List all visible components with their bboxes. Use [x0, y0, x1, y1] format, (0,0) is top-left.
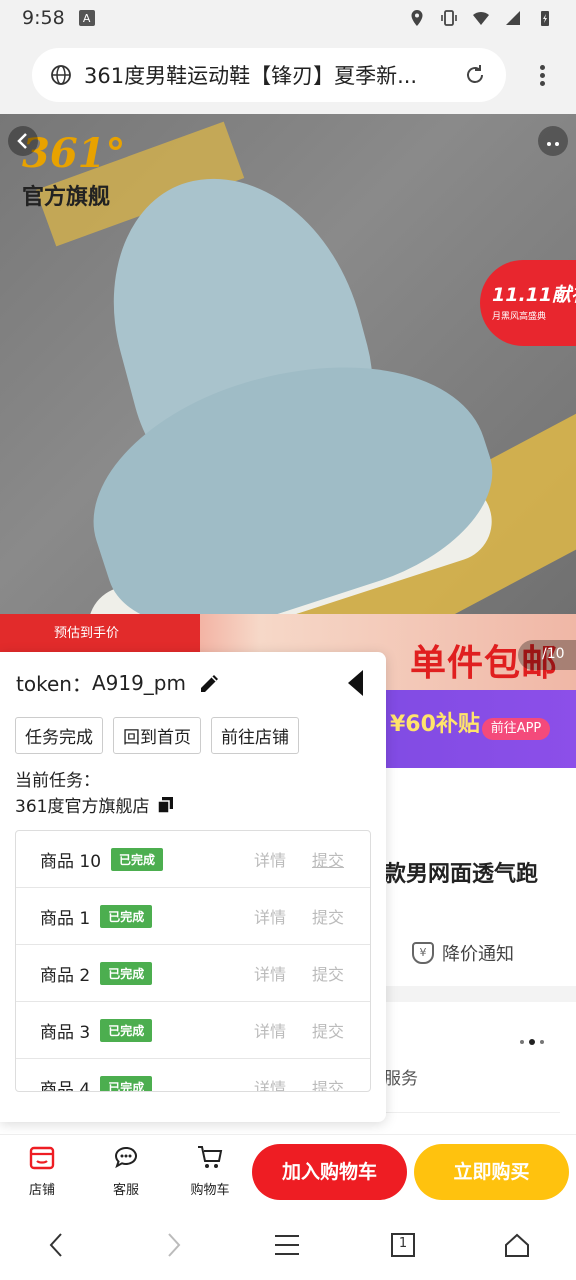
customer-service-tab[interactable]: 客服 — [96, 1143, 156, 1198]
battery-icon — [541, 11, 549, 26]
price-alert-icon: ¥ — [412, 942, 434, 964]
notification-a-icon: A — [78, 10, 95, 26]
status-badge: 已完成 — [100, 1018, 153, 1042]
submit-link[interactable]: 提交 — [312, 904, 344, 928]
nav-home-icon[interactable] — [502, 1230, 532, 1260]
address-bar[interactable]: 361度男鞋运动鞋【锋刃】夏季新... — [32, 48, 506, 102]
submit-link[interactable]: 提交 — [312, 1018, 344, 1042]
cart-label: 购物车 — [190, 1183, 230, 1198]
token-value: A919_pm — [91, 670, 186, 695]
edit-pencil-icon[interactable] — [198, 671, 222, 695]
nav-tabs-button[interactable]: 1 — [388, 1230, 418, 1260]
service-label: 服务 — [384, 1069, 418, 1089]
product-title: 款男网面透气跑 — [384, 862, 539, 887]
list-item: 商品 4 已完成 详情 提交 — [16, 1059, 370, 1092]
submit-link[interactable]: 提交 — [312, 847, 344, 871]
back-button[interactable] — [8, 126, 38, 156]
system-nav-bar: 1 — [0, 1208, 576, 1280]
task-complete-button[interactable]: 任务完成 — [15, 717, 103, 754]
panel-buttons: 任务完成 回到首页 前往店铺 — [15, 717, 299, 754]
list-item: 商品 3 已完成 详情 提交 — [16, 1002, 370, 1059]
notify-label: 降价通知 — [442, 944, 514, 965]
detail-link[interactable]: 详情 — [254, 961, 286, 985]
nav-forward-icon[interactable] — [158, 1230, 188, 1260]
status-badge: 已完成 — [111, 847, 164, 871]
price-drop-notify[interactable]: ¥ 降价通知 — [412, 940, 514, 966]
detail-link[interactable]: 详情 — [254, 904, 286, 928]
status-time: 9:58 — [22, 7, 65, 29]
item-name: 商品 10 — [40, 851, 102, 872]
task-item-list[interactable]: 商品 10 已完成 详情 提交 商品 1 已完成 详情 提交 商品 2 已完成 … — [15, 830, 371, 1092]
list-item: 商品 1 已完成 详情 提交 — [16, 888, 370, 945]
store-label: 店铺 — [28, 1183, 55, 1198]
current-task-label: 当前任务： — [15, 771, 100, 791]
store-icon — [29, 1146, 55, 1170]
wifi-icon — [473, 11, 489, 25]
item-name: 商品 1 — [40, 908, 91, 929]
subsidy-amount: ¥60补贴 — [390, 712, 480, 737]
cart-icon — [198, 1146, 223, 1168]
tab-count: 1 — [398, 1236, 408, 1251]
status-badge: 已完成 — [100, 961, 153, 985]
status-icons — [408, 9, 554, 27]
status-bar: 9:58 A — [0, 0, 576, 36]
chevron-left-icon — [17, 133, 27, 149]
status-badge: 已完成 — [100, 904, 153, 928]
collapse-panel-icon[interactable] — [348, 670, 363, 696]
detail-link[interactable]: 详情 — [254, 1018, 286, 1042]
current-task-name: 361度官方旗舰店 — [15, 792, 175, 817]
item-name: 商品 3 — [40, 1022, 91, 1043]
cart-tab[interactable]: 购物车 — [180, 1143, 240, 1198]
customer-service-label: 客服 — [112, 1183, 139, 1198]
copy-icon[interactable] — [157, 796, 175, 814]
image-counter: /10 — [518, 640, 576, 670]
nav-back-icon[interactable] — [42, 1230, 72, 1260]
product-image[interactable]: 361° 官方旗舰 11.11献礼 月黑风高盛典 — [0, 114, 576, 690]
more-dots-icon — [547, 142, 559, 146]
item-name: 商品 2 — [40, 965, 91, 986]
go-store-button[interactable]: 前往店铺 — [211, 717, 299, 754]
back-home-button[interactable]: 回到首页 — [113, 717, 201, 754]
vibrate-icon — [441, 10, 457, 26]
open-app-button[interactable]: 前往APP — [482, 718, 550, 740]
buy-now-button[interactable]: 立即购买 — [414, 1144, 569, 1200]
item-name: 商品 4 — [40, 1079, 91, 1092]
list-item: 商品 2 已完成 详情 提交 — [16, 945, 370, 1002]
more-button[interactable] — [538, 126, 568, 156]
more-menu-icon[interactable] — [540, 62, 546, 89]
location-icon — [411, 10, 423, 26]
globe-icon — [51, 65, 71, 85]
submit-link[interactable]: 提交 — [312, 961, 344, 985]
list-item: 商品 10 已完成 详情 提交 — [16, 831, 370, 888]
page-title: 361度男鞋运动鞋【锋刃】夏季新... — [84, 64, 418, 88]
promo-1111-badge: 11.11献礼 月黑风高盛典 — [480, 260, 576, 346]
store-tab[interactable]: 店铺 — [12, 1143, 72, 1198]
token-row: token： A919_pm — [16, 668, 222, 697]
task-panel: token： A919_pm 任务完成 回到首页 前往店铺 当前任务： 361度… — [0, 652, 386, 1122]
chat-icon — [114, 1146, 137, 1169]
submit-link[interactable]: 提交 — [312, 1075, 344, 1091]
signal-icon — [506, 11, 520, 25]
token-label: token： — [16, 672, 92, 696]
add-to-cart-button[interactable]: 加入购物车 — [252, 1144, 407, 1200]
carousel-dots — [520, 1039, 544, 1045]
nav-menu-icon[interactable] — [272, 1230, 302, 1260]
bottom-action-bar: 店铺 客服 购物车 加入购物车 立即购买 — [0, 1134, 576, 1208]
detail-link[interactable]: 详情 — [254, 1075, 286, 1091]
detail-link[interactable]: 详情 — [254, 847, 286, 871]
status-badge: 已完成 — [100, 1075, 153, 1091]
browser-toolbar: 361度男鞋运动鞋【锋刃】夏季新... — [0, 36, 576, 114]
reload-icon[interactable] — [462, 62, 488, 88]
